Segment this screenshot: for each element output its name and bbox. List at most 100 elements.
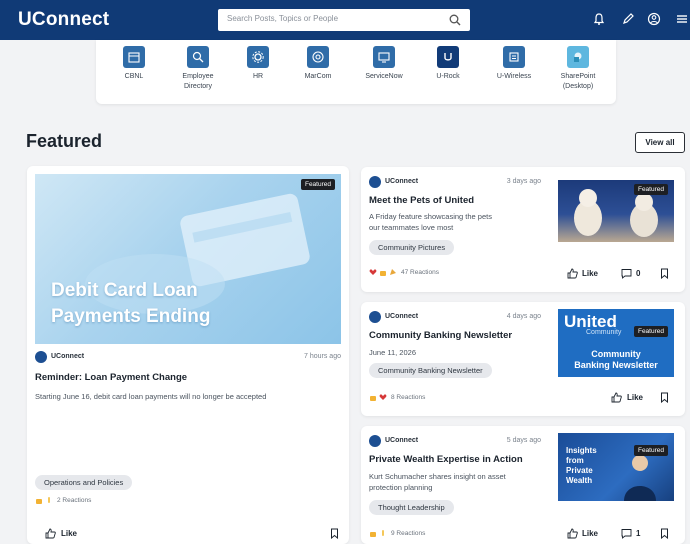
pencil-icon[interactable] — [620, 11, 636, 27]
app-sharepoint-desktop[interactable]: SharePoint (Desktop) — [546, 46, 610, 92]
monitor-icon — [373, 46, 395, 68]
post-title[interactable]: Community Banking Newsletter — [369, 330, 512, 341]
bookmark-icon[interactable] — [329, 528, 340, 539]
comment-count[interactable]: 1 — [636, 529, 640, 538]
like-icon[interactable] — [45, 528, 56, 539]
thumbnail-headline-line: Community — [591, 349, 641, 359]
reaction-count: 9 Reactions — [391, 530, 426, 537]
bookmark-icon[interactable] — [659, 268, 670, 279]
source-name[interactable]: UConnect — [385, 178, 418, 185]
app-label: ServiceNow — [365, 73, 403, 80]
like-button[interactable]: Like — [627, 393, 643, 402]
post-title[interactable]: Meet the Pets of United — [369, 195, 474, 206]
comment-icon[interactable] — [621, 528, 632, 539]
app-label: MarCom — [304, 73, 332, 80]
app-servicenow[interactable]: ServiceNow — [352, 46, 416, 82]
top-navigation-bar: UConnect Search Posts, Topics or People — [0, 0, 690, 40]
bookmark-icon[interactable] — [659, 528, 670, 539]
reactions-row[interactable]: 47 Reactions — [369, 268, 509, 278]
uconnect-avatar — [369, 311, 381, 323]
like-button[interactable]: Like — [582, 529, 598, 538]
app-label: U-Wireless — [496, 73, 532, 80]
featured-badge: Featured — [633, 184, 668, 195]
heart-emoji-icon — [379, 394, 387, 400]
view-all-button[interactable]: View all — [635, 132, 685, 153]
topic-tag[interactable]: Operations and Policies — [35, 475, 133, 490]
menu-icon[interactable] — [674, 11, 690, 27]
united-logo-text: United — [564, 312, 617, 331]
featured-post-card[interactable]: Featured Debit Card Loan Payments Ending… — [27, 166, 349, 544]
source-name[interactable]: UConnect — [385, 313, 418, 320]
post-thumbnail: Insights from Private Wealth Featured — [558, 433, 674, 501]
featured-badge: Featured — [300, 179, 335, 190]
building-icon — [123, 46, 145, 68]
post-title[interactable]: Reminder: Loan Payment Change — [35, 372, 187, 383]
featured-badge: Featured — [633, 445, 668, 456]
like-button[interactable]: Like — [61, 529, 77, 538]
app-u-rock[interactable]: U-Rock — [416, 46, 480, 82]
app-label: U-Rock — [436, 73, 460, 80]
comment-count[interactable]: 0 — [636, 269, 640, 278]
u-rock-icon — [437, 46, 459, 68]
post-card-pets[interactable]: UConnect 3 days ago Meet the Pets of Uni… — [361, 167, 685, 292]
topic-tag[interactable]: Thought Leadership — [369, 500, 454, 515]
uconnect-avatar — [369, 435, 381, 447]
reactions-row[interactable]: 2 Reactions — [35, 496, 155, 506]
topic-tag[interactable]: Community Pictures — [369, 240, 455, 255]
thumbnail-headline-line: Banking Newsletter — [574, 360, 658, 370]
heart-emoji-icon — [369, 269, 377, 275]
source-name[interactable]: UConnect — [51, 353, 84, 360]
featured-heading: Featured — [26, 131, 103, 151]
post-source-row: UConnect 4 days ago — [369, 311, 541, 323]
post-date: June 11, 2026 — [369, 348, 416, 357]
profile-icon[interactable] — [646, 11, 662, 27]
united-logo-subtext: Community — [586, 329, 622, 336]
image-headline-line: Debit Card Loan — [51, 280, 198, 301]
uconnect-avatar — [369, 176, 381, 188]
app-label: HR — [252, 73, 264, 80]
thumbs-up-emoji-icon — [370, 396, 376, 401]
topic-tag[interactable]: Community Banking Newsletter — [369, 363, 492, 378]
app-label: Employee Directory — [182, 73, 214, 90]
source-name[interactable]: UConnect — [385, 437, 418, 444]
bell-icon[interactable] — [591, 11, 607, 27]
thumbs-up-emoji-icon — [36, 499, 42, 504]
post-title[interactable]: Private Wealth Expertise in Action — [369, 454, 523, 465]
like-icon[interactable] — [611, 392, 622, 403]
reaction-count: 47 Reactions — [401, 269, 439, 276]
app-marcom[interactable]: MarCom — [286, 46, 350, 82]
like-button[interactable]: Like — [582, 269, 598, 278]
app-label: CBNL — [124, 73, 144, 80]
post-time: 3 days ago — [506, 178, 541, 185]
reactions-row[interactable]: 8 Reactions — [369, 393, 489, 403]
search-input[interactable]: Search Posts, Topics or People — [218, 9, 470, 31]
search-person-icon — [187, 46, 209, 68]
bookmark-icon[interactable] — [659, 392, 670, 403]
thumbs-up-emoji-icon — [370, 532, 376, 537]
reaction-count: 8 Reactions — [391, 394, 426, 401]
target-icon — [307, 46, 329, 68]
search-icon[interactable] — [448, 13, 462, 27]
post-description: Starting June 16, debit card loan paymen… — [35, 392, 267, 401]
app-cbnl[interactable]: CBNL — [102, 46, 166, 82]
app-hr[interactable]: HR — [226, 46, 290, 82]
post-card-wealth[interactable]: UConnect 5 days ago Private Wealth Exper… — [361, 426, 685, 544]
brand-logo[interactable]: UConnect — [18, 9, 109, 31]
post-card-newsletter[interactable]: UConnect 4 days ago Community Banking Ne… — [361, 302, 685, 416]
post-description: A Friday feature showcasing the pets our… — [369, 212, 492, 232]
post-time: 5 days ago — [506, 437, 541, 444]
app-employee-directory[interactable]: Employee Directory — [166, 46, 230, 92]
celebrate-emoji-icon — [390, 269, 396, 275]
post-thumbnail: Featured — [558, 180, 674, 242]
like-icon[interactable] — [567, 268, 578, 279]
post-source-row: UConnect 3 days ago — [369, 176, 541, 188]
app-u-wireless[interactable]: U-Wireless — [482, 46, 546, 82]
app-label: SharePoint (Desktop) — [560, 73, 596, 90]
like-icon[interactable] — [567, 528, 578, 539]
post-source-row: UConnect 7 hours ago — [35, 351, 341, 363]
post-time: 7 hours ago — [304, 353, 341, 360]
thumbnail-headline: Community Banking Newsletter — [558, 349, 674, 371]
comment-icon[interactable] — [621, 268, 632, 279]
reactions-row[interactable]: 9 Reactions — [369, 529, 489, 539]
reaction-count: 2 Reactions — [57, 497, 92, 504]
